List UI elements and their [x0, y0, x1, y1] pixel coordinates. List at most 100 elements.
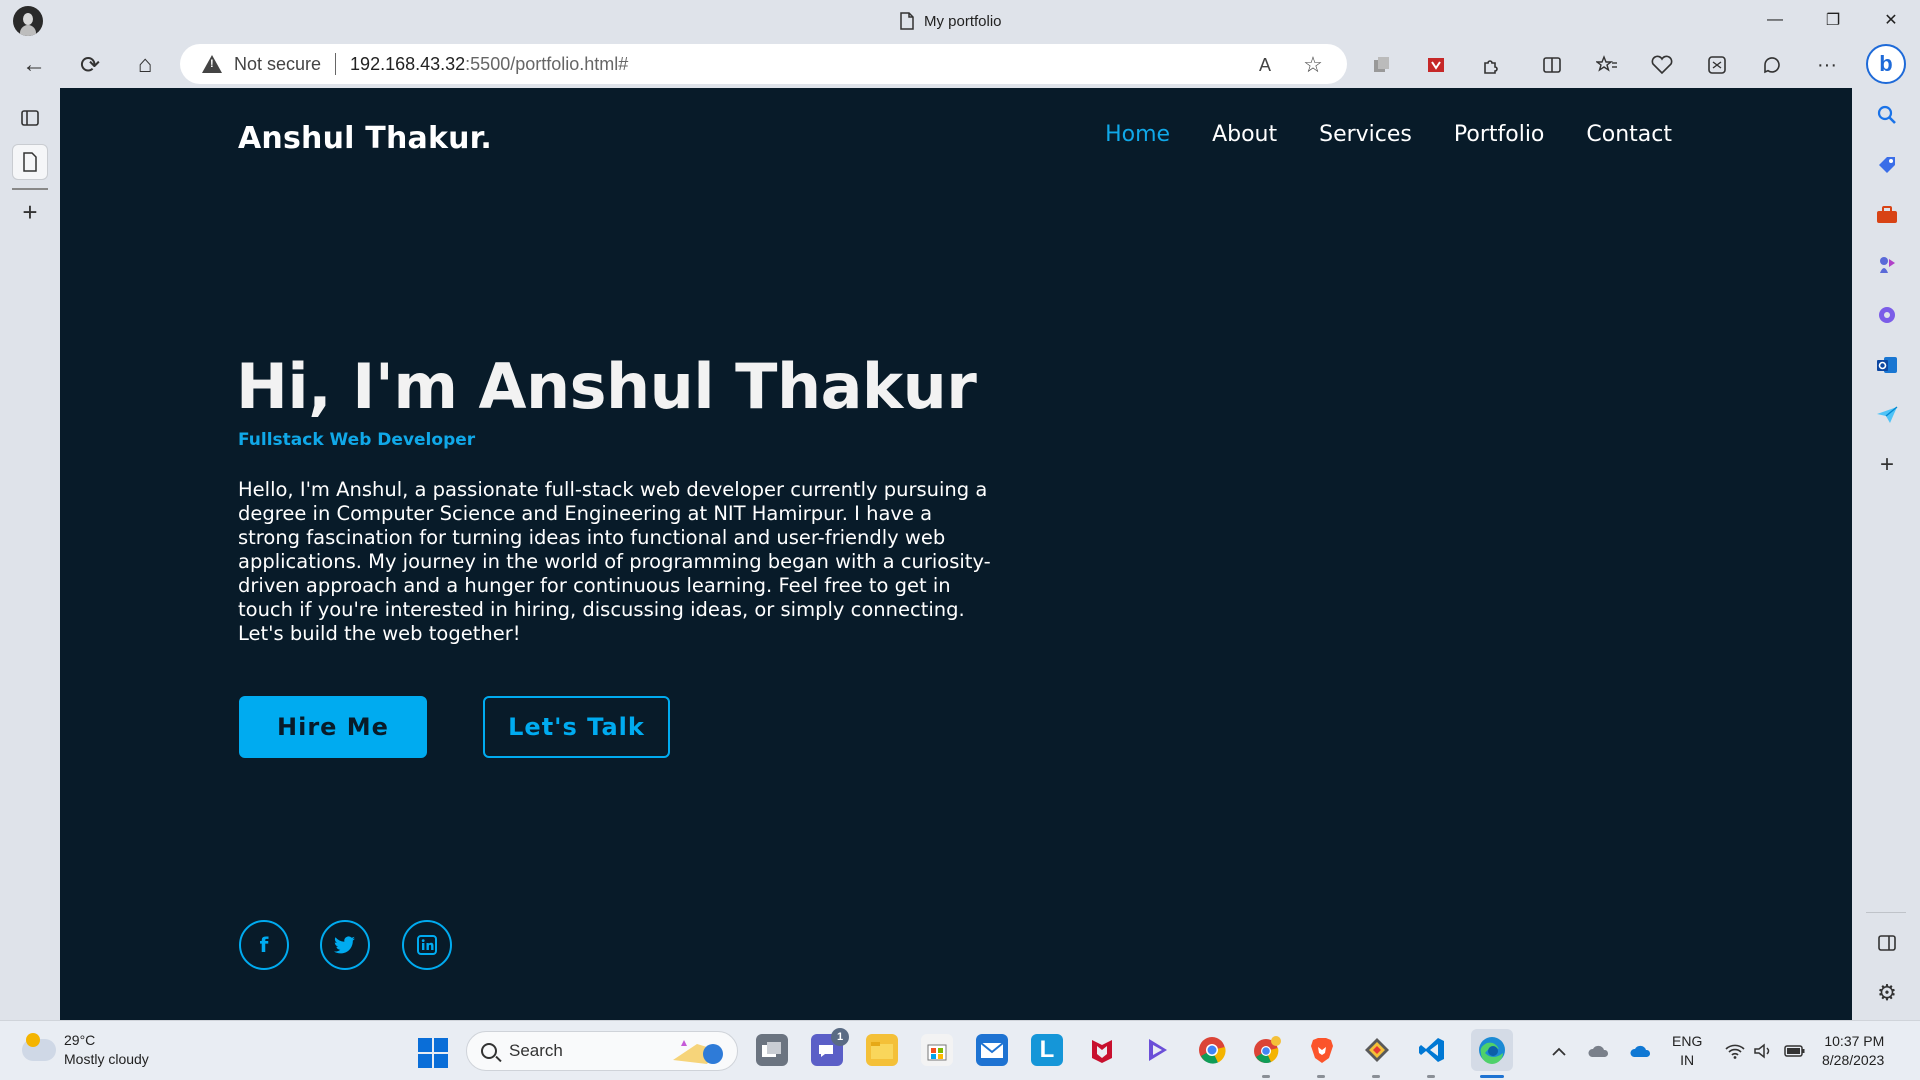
- split-screen-icon[interactable]: [1537, 50, 1567, 80]
- hero-description: Hello, I'm Anshul, a passionate full-sta…: [238, 478, 991, 645]
- warning-icon: [202, 55, 222, 73]
- search-highlight-icon: [673, 1040, 723, 1064]
- extensions-icon[interactable]: [1476, 50, 1506, 80]
- chat-badge: 1: [831, 1028, 849, 1046]
- running-indicator: [1317, 1075, 1325, 1078]
- taskbar-search[interactable]: Search: [466, 1031, 738, 1071]
- security-label[interactable]: Not secure: [234, 54, 321, 75]
- tab-title-area[interactable]: My portfolio: [900, 10, 1002, 32]
- onedrive-personal-icon[interactable]: [1588, 1041, 1610, 1061]
- brave-icon[interactable]: [1306, 1034, 1338, 1066]
- more-options-icon[interactable]: ···: [1812, 50, 1842, 80]
- browser-essentials-icon[interactable]: [1647, 50, 1677, 80]
- running-indicator: [1262, 1075, 1270, 1078]
- facebook-icon[interactable]: f: [239, 920, 289, 970]
- search-icon: [481, 1043, 497, 1059]
- extension-shield-icon[interactable]: [1421, 50, 1451, 80]
- weather-description: Mostly cloudy: [64, 1051, 149, 1067]
- git-tool-icon[interactable]: [1361, 1034, 1393, 1066]
- bing-copilot-icon[interactable]: b: [1866, 44, 1906, 84]
- sidebar-shopping-icon[interactable]: [1872, 150, 1902, 180]
- back-icon[interactable]: ←: [16, 48, 52, 82]
- sidebar-send-icon[interactable]: [1872, 400, 1902, 430]
- facebook-glyph: f: [259, 933, 269, 957]
- collections-icon[interactable]: [1366, 50, 1396, 80]
- sidebar-tools-icon[interactable]: [1872, 200, 1902, 230]
- refresh-icon[interactable]: ⟳: [72, 48, 108, 82]
- weather-widget[interactable]: 29°C Mostly cloudy: [22, 1031, 149, 1069]
- favorite-star-icon[interactable]: ☆: [1300, 52, 1326, 78]
- site-logo[interactable]: Anshul Thakur.: [238, 121, 492, 156]
- profile-avatar[interactable]: [13, 6, 43, 36]
- nav-link-portfolio[interactable]: Portfolio: [1454, 122, 1545, 147]
- tab-actions-icon[interactable]: [12, 100, 48, 136]
- twitter-bird-shape: [334, 936, 355, 954]
- task-view-icon[interactable]: [756, 1034, 788, 1066]
- nav-link-home[interactable]: Home: [1105, 122, 1170, 147]
- math-solver-icon[interactable]: [1702, 50, 1732, 80]
- home-icon[interactable]: ⌂: [127, 48, 163, 82]
- edge-icon[interactable]: [1471, 1029, 1513, 1071]
- chrome-profile-icon[interactable]: [1251, 1034, 1283, 1066]
- sidebar-divider: [1866, 912, 1906, 913]
- windows-taskbar: 29°C Mostly cloudy Search 1 L ENG IN 10:…: [0, 1020, 1920, 1080]
- vscode-icon[interactable]: [1416, 1034, 1448, 1066]
- url-path[interactable]: :5500/portfolio.html#: [465, 54, 628, 75]
- browser-title-bar: My portfolio — ❐ ✕: [0, 0, 1920, 42]
- chrome-icon[interactable]: [1196, 1034, 1228, 1066]
- sidebar-search-icon[interactable]: [1872, 100, 1902, 130]
- show-hidden-icons-chevron-icon[interactable]: [1548, 1041, 1570, 1061]
- sidebar-copilot-icon[interactable]: [1872, 300, 1902, 330]
- nav-link-contact[interactable]: Contact: [1586, 122, 1672, 147]
- active-tab-page-icon[interactable]: [12, 144, 48, 180]
- microsoft-store-icon[interactable]: [921, 1034, 953, 1066]
- nav-link-about[interactable]: About: [1212, 122, 1277, 147]
- launcher-l-icon[interactable]: L: [1031, 1034, 1063, 1066]
- running-indicator: [1372, 1075, 1380, 1078]
- close-icon[interactable]: ✕: [1868, 4, 1914, 36]
- mail-icon[interactable]: [976, 1034, 1008, 1066]
- start-button[interactable]: [418, 1038, 448, 1068]
- favorites-icon[interactable]: [1592, 50, 1622, 80]
- hire-me-button[interactable]: Hire Me: [239, 696, 427, 758]
- mcafee-icon[interactable]: [1086, 1034, 1118, 1066]
- active-app-indicator: [1480, 1075, 1504, 1078]
- url-host[interactable]: 192.168.43.32: [350, 54, 465, 75]
- volume-icon[interactable]: [1752, 1041, 1774, 1061]
- onedrive-icon[interactable]: [1630, 1041, 1652, 1061]
- browser-toolbar: ← ⟳ ⌂ Not secure 192.168.43.32:5500/port…: [0, 42, 1920, 88]
- address-divider: [335, 53, 337, 75]
- taskbar-search-label: Search: [509, 1041, 563, 1060]
- sidebar-settings-icon[interactable]: ⚙: [1872, 978, 1902, 1008]
- file-explorer-icon[interactable]: [866, 1034, 898, 1066]
- nav-link-services[interactable]: Services: [1319, 122, 1412, 147]
- input-language[interactable]: ENG IN: [1672, 1032, 1702, 1070]
- linkedin-box-shape: [417, 935, 437, 955]
- clock-date: 8/28/2023: [1822, 1052, 1885, 1068]
- site-navigation: Home About Services Portfolio Contact: [1105, 122, 1672, 147]
- lets-talk-button[interactable]: Let's Talk: [483, 696, 670, 758]
- clipchamp-icon[interactable]: [1141, 1034, 1173, 1066]
- teams-chat-icon[interactable]: 1: [811, 1028, 849, 1066]
- twitter-icon[interactable]: [320, 920, 370, 970]
- sidebar-add-icon[interactable]: +: [1872, 450, 1902, 480]
- linkedin-icon[interactable]: [402, 920, 452, 970]
- region-code: IN: [1680, 1052, 1695, 1068]
- sidebar-outlook-icon[interactable]: [1872, 350, 1902, 380]
- hide-sidebar-icon[interactable]: [1872, 928, 1902, 958]
- minimize-icon[interactable]: —: [1752, 4, 1798, 36]
- new-tab-icon[interactable]: +: [12, 194, 48, 230]
- page-icon: [900, 12, 914, 30]
- maximize-icon[interactable]: ❐: [1810, 4, 1856, 36]
- system-clock[interactable]: 10:37 PM 8/28/2023: [1822, 1032, 1884, 1070]
- tab-title: My portfolio: [924, 12, 1002, 30]
- running-indicator: [1427, 1075, 1435, 1078]
- clock-time: 10:37 PM: [1824, 1033, 1885, 1049]
- wifi-icon[interactable]: [1724, 1041, 1746, 1061]
- battery-icon[interactable]: [1784, 1041, 1806, 1061]
- feedback-icon[interactable]: [1757, 50, 1787, 80]
- address-bar[interactable]: Not secure 192.168.43.32:5500/portfolio.…: [180, 44, 1347, 84]
- tab-strip-divider: [12, 188, 48, 190]
- read-aloud-icon[interactable]: A: [1252, 52, 1278, 78]
- sidebar-games-icon[interactable]: [1872, 250, 1902, 280]
